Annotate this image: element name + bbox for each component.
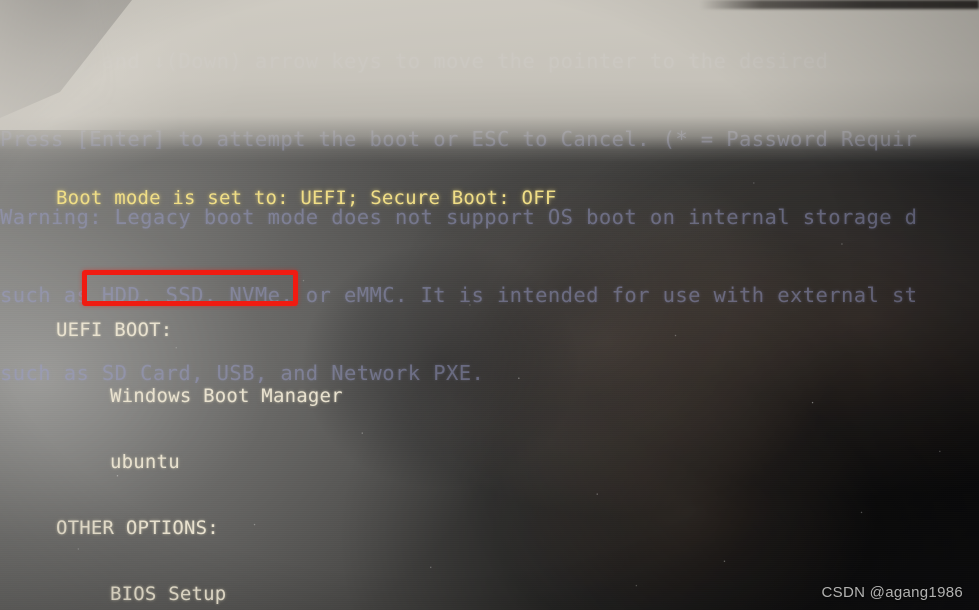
instruction-line: e ↑(Up) and ↓(Down) arrow keys to move t… xyxy=(0,49,829,73)
bios-boot-menu-screen: e ↑(Up) and ↓(Down) arrow keys to move t… xyxy=(0,0,979,610)
other-options-header: OTHER OPTIONS: xyxy=(56,517,219,539)
bios-setup-annotation-rectangle xyxy=(82,270,298,306)
uefi-boot-header: UEFI BOOT: xyxy=(56,319,173,341)
menu-item-bios-setup[interactable]: BIOS Setup xyxy=(56,583,669,605)
menu-item-windows-boot-manager[interactable]: Windows Boot Manager xyxy=(56,385,669,407)
boot-menu-list: Boot mode is set to: UEFI; Secure Boot: … xyxy=(56,143,669,610)
boot-mode-status: Boot mode is set to: UEFI; Secure Boot: … xyxy=(56,187,557,209)
csdn-watermark: CSDN @agang1986 xyxy=(821,584,963,601)
menu-item-ubuntu[interactable]: ubuntu xyxy=(56,451,669,473)
